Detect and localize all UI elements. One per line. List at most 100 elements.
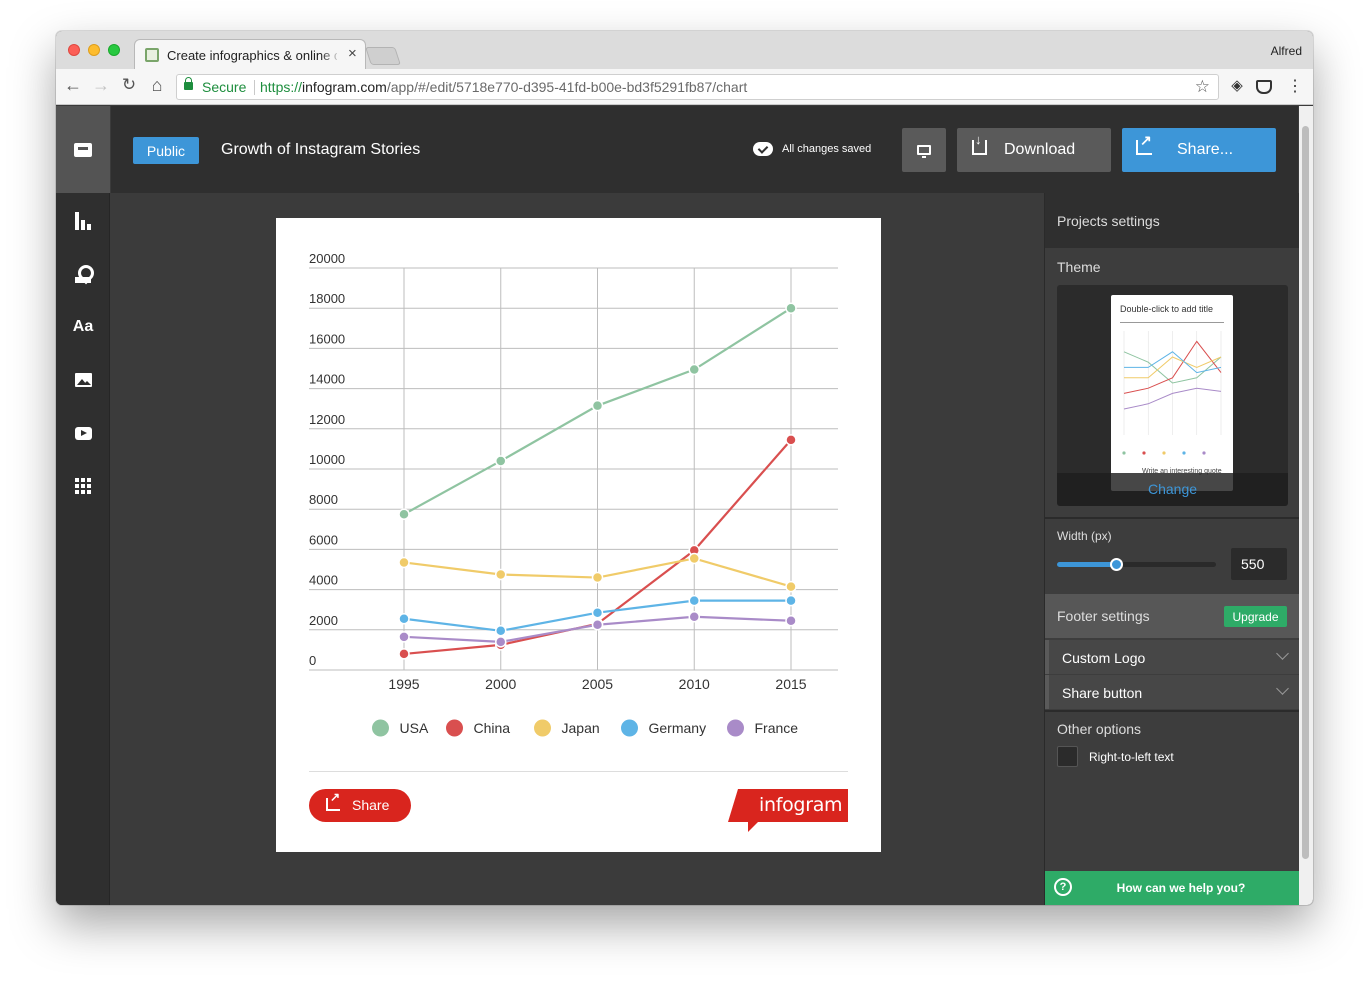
chevron-down-icon (1276, 647, 1289, 660)
infogram-logo-text: infogram (759, 794, 843, 816)
new-tab-button[interactable] (365, 47, 401, 65)
data-point-usa (398, 508, 410, 520)
y-tick-label: 8000 (309, 492, 338, 507)
profile-name[interactable]: Alfred (1271, 44, 1302, 58)
data-point-china (398, 648, 410, 660)
scrollbar-thumb[interactable] (1302, 126, 1309, 859)
y-tick-label: 18000 (309, 291, 345, 306)
data-point-china (785, 434, 797, 446)
card-share-button[interactable]: Share (309, 789, 411, 822)
window-close-button[interactable] (68, 44, 80, 56)
y-tick-label: 14000 (309, 372, 345, 387)
window-maximize-button[interactable] (108, 44, 120, 56)
sidebar-item-charts[interactable] (56, 201, 110, 241)
home-icon[interactable]: ⌂ (146, 75, 168, 96)
pocket-extension-icon[interactable] (1256, 80, 1272, 94)
thumb-legend-swatch (1182, 451, 1186, 455)
sidebar-item-images[interactable] (56, 360, 110, 400)
favicon-icon (145, 48, 159, 62)
image-icon (74, 373, 92, 387)
thumb-legend-swatch (1142, 451, 1146, 455)
bookmark-star-icon[interactable]: ☆ (1195, 77, 1210, 97)
legend-label: USA (400, 720, 429, 736)
url-path: /app/#/edit/5718e770-d395-41fd-b00e-bd3f… (386, 79, 748, 95)
data-point-japan (495, 568, 507, 581)
theme-label: Theme (1057, 259, 1101, 275)
y-tick-label: 10000 (309, 452, 345, 467)
legend-label: Japan (562, 720, 600, 736)
custom-logo-row[interactable]: Custom Logo (1045, 640, 1299, 674)
data-point-japan (591, 571, 604, 584)
browser-window: Create infographics & online ch × Alfred… (56, 31, 1313, 905)
sidebar-item-video[interactable] (56, 413, 110, 453)
layers-extension-icon[interactable]: ◈ (1228, 76, 1246, 94)
reload-icon[interactable]: ↻ (118, 75, 140, 95)
theme-change-link[interactable]: Change (1057, 481, 1288, 497)
tab-title: Create infographics & online ch (167, 48, 337, 63)
browser-toolbar: ← → ↻ ⌂ Secure https://infogram.com/app/… (56, 69, 1313, 105)
preview-button[interactable] (902, 128, 946, 172)
forward-arrow-icon[interactable]: → (90, 75, 112, 96)
y-tick-label: 6000 (309, 532, 338, 547)
rtl-label: Right-to-left text (1089, 750, 1174, 764)
width-slider-fill (1057, 562, 1116, 567)
public-badge[interactable]: Public (133, 137, 199, 164)
data-point-france (495, 636, 507, 648)
theme-thumbnail: Double-click to add title Write an inter… (1111, 295, 1233, 491)
rtl-checkbox[interactable] (1057, 746, 1078, 767)
tab-title-fade (320, 46, 342, 64)
cloud-check-icon (753, 142, 773, 156)
url-text[interactable]: https://infogram.com/app/#/edit/5718e770… (260, 79, 747, 95)
legend-swatch-usa (372, 719, 389, 737)
sidebar-item-more[interactable] (56, 466, 110, 506)
left-sidebar: Aa (56, 106, 110, 905)
theme-preview[interactable]: Double-click to add title Write an inter… (1057, 285, 1288, 506)
chart-card[interactable]: 0 2000 4000 6000 8000 10000 12000 14000 16000 180… (276, 218, 881, 852)
sidebar-item-text[interactable]: Aa (56, 307, 110, 347)
footer-settings-label: Footer settings (1057, 608, 1150, 624)
x-tick-label: 2010 (679, 676, 710, 692)
width-slider-handle[interactable] (1109, 558, 1123, 571)
download-icon (972, 132, 987, 155)
address-bar[interactable]: Secure https://infogram.com/app/#/edit/5… (176, 74, 1219, 100)
url-scheme: https:// (260, 79, 303, 95)
share-icon (326, 790, 340, 811)
sidebar-item-maps[interactable] (56, 254, 110, 294)
video-icon (74, 426, 92, 440)
upgrade-button[interactable]: Upgrade (1224, 606, 1287, 627)
window-minimize-button[interactable] (88, 44, 100, 56)
share-button-row[interactable]: Share button (1045, 675, 1299, 709)
legend-swatch-germany (621, 719, 638, 737)
data-point-usa (591, 399, 604, 412)
x-tick-label: 1995 (388, 676, 419, 692)
browser-menu-icon[interactable]: ⋮ (1286, 76, 1304, 96)
data-point-usa (785, 302, 797, 314)
sidebar-item-home[interactable] (56, 106, 110, 193)
x-tick-label: 2000 (485, 676, 516, 692)
projects-settings-header: Projects settings (1045, 193, 1299, 248)
legend-label: Germany (649, 720, 707, 736)
download-button[interactable]: Download (957, 128, 1111, 172)
project-title[interactable]: Growth of Instagram Stories (221, 141, 420, 159)
legend-label: China (474, 720, 511, 736)
width-input[interactable]: 550 (1231, 548, 1287, 580)
browser-tab[interactable]: Create infographics & online ch × (134, 39, 366, 69)
help-bar[interactable]: ? How can we help you? (1045, 871, 1299, 905)
data-point-usa (688, 363, 700, 376)
width-slider[interactable] (1057, 558, 1216, 571)
help-text: How can we help you? (1116, 881, 1246, 895)
line-chart[interactable]: 0 2000 4000 6000 8000 10000 12000 14000 16000 180… (276, 218, 881, 758)
page-scrollbar[interactable] (1299, 106, 1313, 905)
infogram-app: Aa Public Growth of Instagram Stories Al… (56, 106, 1313, 905)
custom-logo-label: Custom Logo (1062, 650, 1146, 666)
thumb-legend-swatch (1122, 451, 1126, 455)
footer-settings-header: Footer settings Upgrade (1045, 594, 1299, 638)
legend-label: France (755, 720, 799, 736)
back-arrow-icon[interactable]: ← (62, 75, 84, 96)
panel-divider (1045, 517, 1299, 519)
share-button-label: Share button (1062, 685, 1143, 701)
share-button[interactable]: Share... (1122, 128, 1276, 172)
y-tick-label: 12000 (309, 412, 345, 427)
tab-close-icon[interactable]: × (348, 45, 357, 62)
chevron-down-icon (1276, 682, 1289, 695)
